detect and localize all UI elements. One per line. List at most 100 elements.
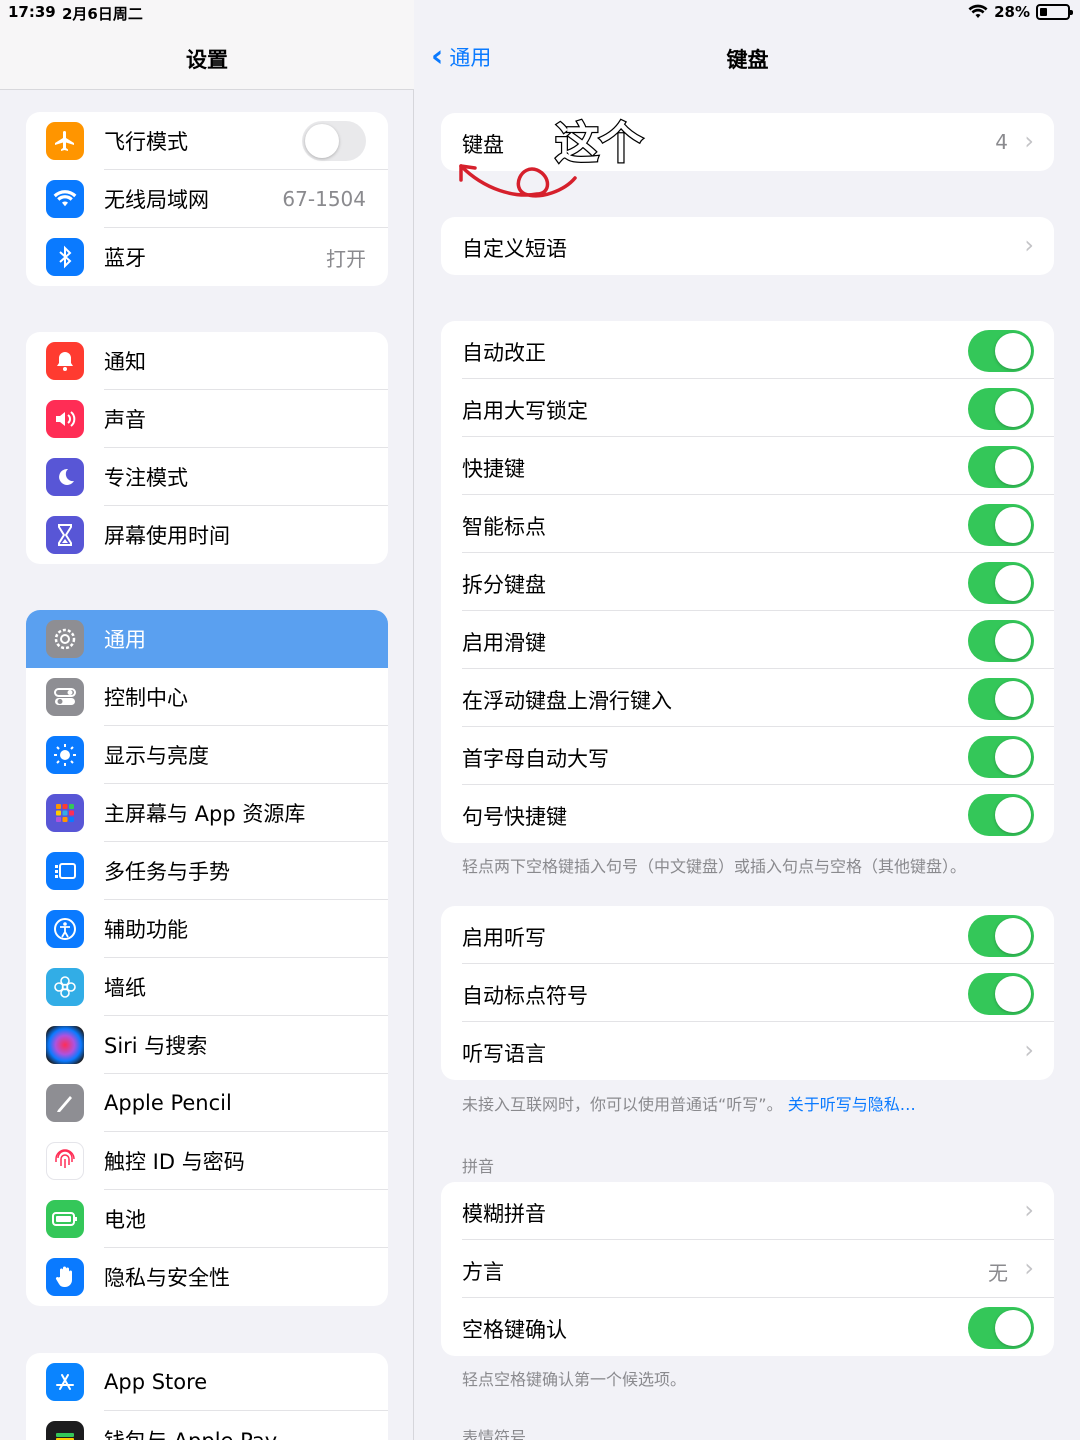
- sidebar-title: 设置: [186, 48, 228, 72]
- sidebar-item-accessibility[interactable]: 辅助功能: [26, 900, 388, 958]
- sidebar-item-airplane-mode[interactable]: 飞行模式: [26, 112, 388, 170]
- fuzzy-pinyin-label: 模糊拼音: [462, 1202, 546, 1226]
- sidebar-group-notifications: 通知 声音 专注模式 屏幕使用时间: [26, 332, 388, 564]
- toggle-row-enable-dictation: 启用听写: [441, 906, 1054, 964]
- shortcuts-toggle[interactable]: [968, 446, 1034, 488]
- dictation-language-label: 听写语言: [462, 1042, 546, 1066]
- dictation-footnote: 未接入互联网时，你可以使用普通话“听写”。 关于听写与隐私…: [462, 1091, 916, 1115]
- status-time: 17:39: [8, 3, 56, 21]
- sidebar-item-privacy[interactable]: 隐私与安全性: [26, 1248, 388, 1306]
- sidebar-item-label: 主屏幕与 App 资源库: [104, 802, 306, 826]
- wallet-icon: [46, 1421, 84, 1440]
- toggle-label: 首字母自动大写: [462, 747, 609, 771]
- auto-punctuation-toggle[interactable]: [968, 973, 1034, 1015]
- moon-icon: [46, 458, 84, 496]
- sidebar-item-general[interactable]: 通用: [26, 610, 388, 668]
- airplane-mode-toggle[interactable]: [302, 121, 366, 161]
- sidebar-group-store: App Store 钱包与 Apple Pay: [26, 1353, 388, 1440]
- airplane-icon: [46, 122, 84, 160]
- smart-punctuation-toggle[interactable]: [968, 504, 1034, 546]
- toggle-row-key-flicks: 启用滑键: [441, 611, 1054, 669]
- fuzzy-pinyin-row[interactable]: 模糊拼音 ›: [441, 1182, 1054, 1240]
- period-shortcut-toggle[interactable]: [968, 794, 1034, 836]
- caps-lock-toggle[interactable]: [968, 388, 1034, 430]
- status-indicators: 28%: [968, 3, 1073, 21]
- sidebar-item-multitasking[interactable]: 多任务与手势: [26, 842, 388, 900]
- sidebar-item-siri[interactable]: Siri 与搜索: [26, 1016, 388, 1074]
- battery-icon: [46, 1200, 84, 1238]
- toggle-label: 快捷键: [462, 457, 525, 481]
- gear-icon: [46, 620, 84, 658]
- sidebar-group-general: 通用 控制中心 显示与亮度 主屏幕与 App 资源库 多任务与手势 辅助功能 墙…: [26, 610, 388, 1306]
- sidebar-item-label: 多任务与手势: [104, 860, 230, 884]
- sidebar-item-control-center[interactable]: 控制中心: [26, 668, 388, 726]
- dialect-row[interactable]: 方言 无 ›: [441, 1240, 1054, 1298]
- toggle-row-period-shortcut: 句号快捷键: [441, 785, 1054, 843]
- slide-floating-toggle[interactable]: [968, 678, 1034, 720]
- toggle-row-shortcuts: 快捷键: [441, 437, 1054, 495]
- sidebar-item-touch-id[interactable]: 触控 ID 与密码: [26, 1132, 388, 1190]
- sidebar-item-focus[interactable]: 专注模式: [26, 448, 388, 506]
- text-replacement-group: 自定义短语 ›: [441, 217, 1054, 275]
- split-keyboard-toggle[interactable]: [968, 562, 1034, 604]
- dictation-group: 启用听写 自动标点符号 听写语言 ›: [441, 906, 1054, 1080]
- sidebar-item-notifications[interactable]: 通知: [26, 332, 388, 390]
- speaker-icon: [46, 400, 84, 438]
- multitask-icon: [46, 852, 84, 890]
- toggle-label: 启用听写: [462, 926, 546, 950]
- sidebar-item-battery[interactable]: 电池: [26, 1190, 388, 1248]
- handwritten-annotation: 这个: [459, 117, 644, 198]
- auto-capitalization-toggle[interactable]: [968, 736, 1034, 778]
- sidebar-item-apple-pencil[interactable]: Apple Pencil: [26, 1074, 388, 1132]
- battery-percent: 28%: [994, 3, 1030, 21]
- sidebar-item-bluetooth[interactable]: 蓝牙 打开: [26, 228, 388, 286]
- text-replacement-row[interactable]: 自定义短语 ›: [441, 217, 1054, 275]
- dictation-language-row[interactable]: 听写语言 ›: [441, 1022, 1054, 1080]
- keyboards-count: 4: [995, 130, 1008, 154]
- sidebar-item-label: 钱包与 Apple Pay: [104, 1425, 277, 1440]
- battery-icon: [1036, 4, 1073, 20]
- sidebar-item-home-screen[interactable]: 主屏幕与 App 资源库: [26, 784, 388, 842]
- status-date: 2月6日周二: [62, 5, 143, 23]
- dialect-label: 方言: [462, 1260, 504, 1284]
- toggle-label: 启用滑键: [462, 631, 546, 655]
- battery-level-fill: [1040, 8, 1048, 16]
- sidebar-item-wallet[interactable]: 钱包与 Apple Pay: [26, 1411, 388, 1440]
- sidebar-item-wifi[interactable]: 无线局域网 67-1504: [26, 170, 388, 228]
- key-flicks-toggle[interactable]: [968, 620, 1034, 662]
- toggle-label: 句号快捷键: [462, 805, 567, 829]
- sidebar-item-wallpaper[interactable]: 墙纸: [26, 958, 388, 1016]
- toggle-row-auto-capitalization: 首字母自动大写: [441, 727, 1054, 785]
- hourglass-icon: [46, 516, 84, 554]
- auto-correction-toggle[interactable]: [968, 330, 1034, 372]
- appstore-icon: [46, 1363, 84, 1401]
- wifi-network-value: 67-1504: [282, 187, 366, 211]
- sidebar-item-label: 隐私与安全性: [104, 1266, 230, 1290]
- toggle-row-auto-correction: 自动改正: [441, 321, 1054, 379]
- siri-icon: [46, 1026, 84, 1064]
- status-bar: 17:39 2月6日周二 28%: [0, 0, 1080, 26]
- bell-icon: [46, 342, 84, 380]
- toggle-row-caps-lock: 启用大写锁定: [441, 379, 1054, 437]
- toggle-label: 自动标点符号: [462, 984, 588, 1008]
- sidebar-item-label: 声音: [104, 408, 146, 432]
- sidebar-item-label: 飞行模式: [104, 130, 188, 154]
- enable-dictation-toggle[interactable]: [968, 915, 1034, 957]
- grid-icon: [46, 794, 84, 832]
- pinyin-section-header: 拼音: [462, 1157, 495, 1176]
- sidebar-item-screen-time[interactable]: 屏幕使用时间: [26, 506, 388, 564]
- sidebar-item-display-brightness[interactable]: 显示与亮度: [26, 726, 388, 784]
- sun-icon: [46, 736, 84, 774]
- settings-sidebar: 设置 飞行模式 无线局域网 67-1504 蓝牙 打开 通知 声音 专注模式 屏…: [0, 0, 414, 1440]
- toggle-row-split-keyboard: 拆分键盘: [441, 553, 1054, 611]
- bluetooth-icon: [46, 238, 84, 276]
- toggle-label: 启用大写锁定: [462, 399, 588, 423]
- keyboard-toggles-group: 自动改正 启用大写锁定 快捷键 智能标点 拆分键盘 启用滑键 在浮动键盘上滑行键…: [441, 321, 1054, 843]
- fingerprint-icon: [46, 1142, 84, 1180]
- chevron-right-icon: ›: [1024, 1254, 1034, 1282]
- sidebar-item-sounds[interactable]: 声音: [26, 390, 388, 448]
- dictation-privacy-link[interactable]: 关于听写与隐私…: [788, 1095, 916, 1114]
- sidebar-item-app-store[interactable]: App Store: [26, 1353, 388, 1411]
- space-confirm-toggle[interactable]: [968, 1307, 1034, 1349]
- chevron-right-icon: ›: [1024, 231, 1034, 259]
